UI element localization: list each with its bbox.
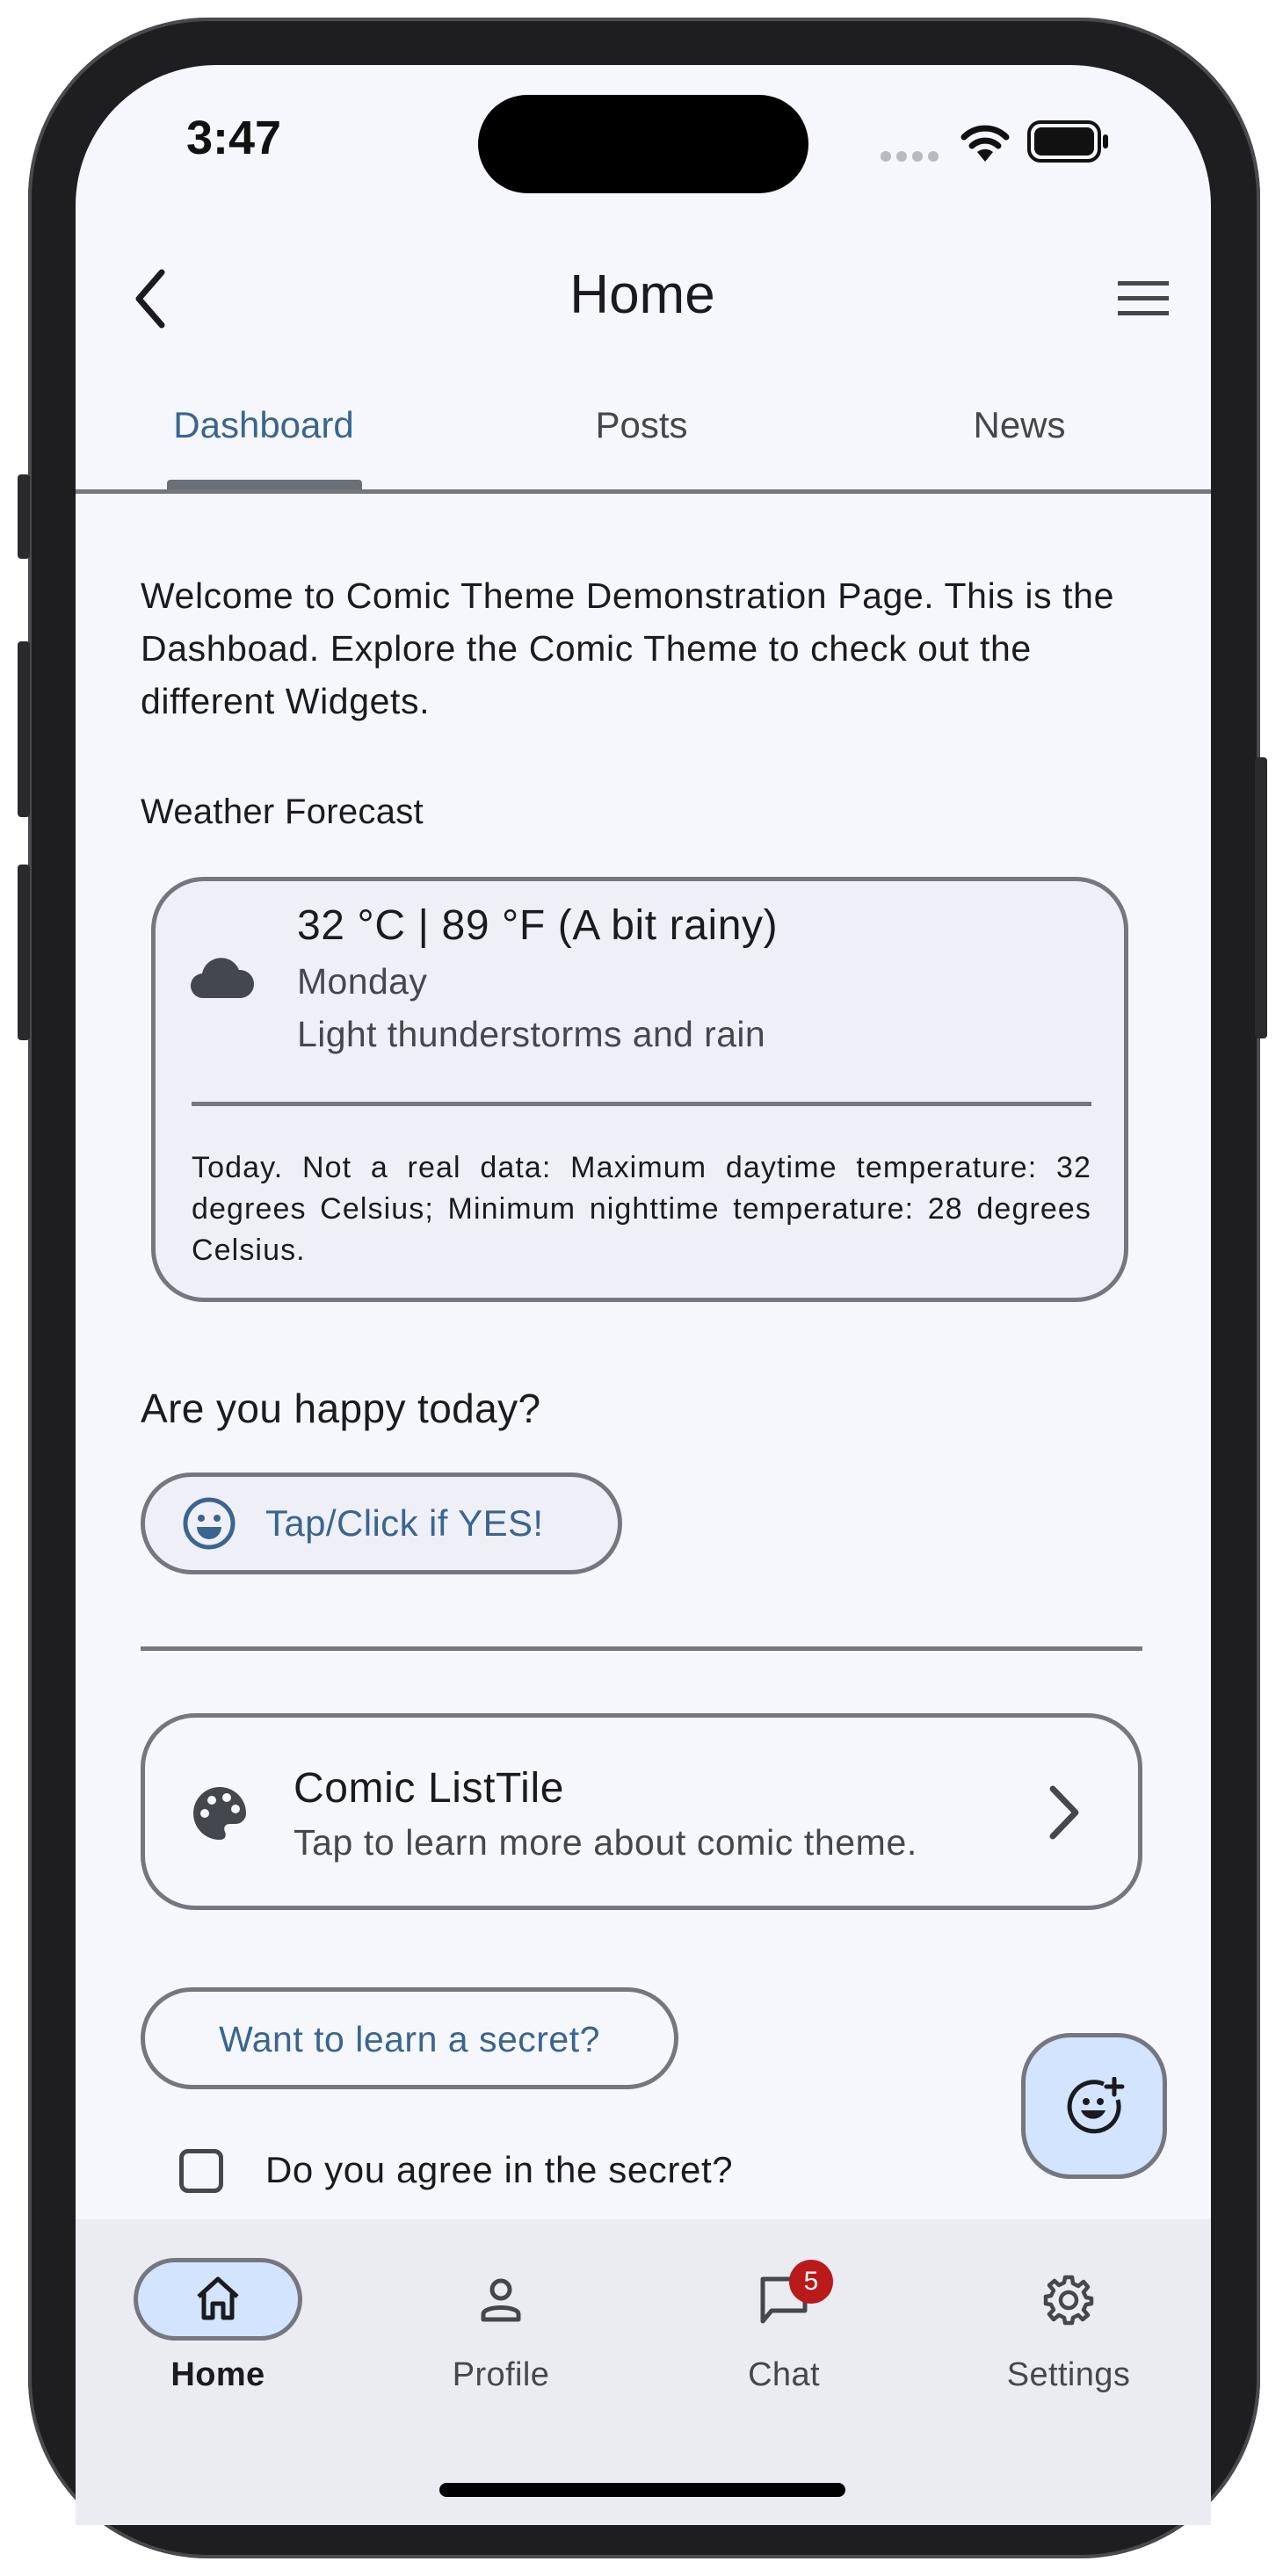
power-button <box>1255 757 1267 1038</box>
page-title: Home <box>569 264 715 325</box>
chat-badge: 5 <box>789 2260 833 2304</box>
volume-down-button <box>18 865 30 1040</box>
happy-question: Are you happy today? <box>141 1386 541 1431</box>
comic-list-tile[interactable] <box>141 1713 1142 1910</box>
volume-up-button <box>18 641 30 817</box>
nav-chat-label[interactable]: Chat <box>678 2356 889 2394</box>
happy-button-label[interactable]: Tap/Click if YES! <box>265 1502 543 1545</box>
battery-icon <box>1027 120 1108 163</box>
gear-icon[interactable] <box>1042 2274 1095 2326</box>
dynamic-island <box>478 95 808 193</box>
list-tile-subtitle: Tap to learn more about comic theme. <box>294 1822 917 1863</box>
agree-checkbox[interactable] <box>179 2149 223 2193</box>
chevron-right-icon <box>1049 1785 1079 1840</box>
weather-detail: Today. Not a real data: Maximum daytime … <box>192 1151 1091 1267</box>
wifi-icon <box>960 125 1010 162</box>
home-indicator[interactable] <box>439 2483 845 2497</box>
silent-switch <box>18 474 30 559</box>
menu-icon[interactable] <box>1113 272 1174 325</box>
nav-profile-label[interactable]: Profile <box>395 2356 606 2394</box>
secret-button-label[interactable]: Want to learn a secret? <box>141 2019 678 2060</box>
person-icon[interactable] <box>475 2274 527 2326</box>
nav-home-label[interactable]: Home <box>112 2356 323 2394</box>
weather-day: Monday <box>297 961 428 1002</box>
tab-news[interactable]: News <box>931 404 1107 457</box>
back-arrow-icon[interactable] <box>123 264 176 334</box>
cellular-signal-icon <box>881 151 939 162</box>
weather-card-divider <box>192 1102 1091 1106</box>
nav-settings-label[interactable]: Settings <box>963 2356 1174 2394</box>
smile-icon <box>183 1497 236 1550</box>
status-time: 3:47 <box>185 112 282 164</box>
agree-label[interactable]: Do you agree in the secret? <box>265 2149 733 2191</box>
section-divider <box>141 1646 1142 1651</box>
tab-divider <box>76 489 1211 494</box>
weather-temperature: 32 °C | 89 °F (A bit rainy) <box>297 902 779 949</box>
list-tile-title: Comic ListTile <box>294 1765 565 1812</box>
weather-condition: Light thunderstorms and rain <box>297 1014 766 1054</box>
tab-dashboard[interactable]: Dashboard <box>158 404 369 457</box>
add-reaction-icon <box>1067 2077 1125 2134</box>
palette-icon <box>193 1787 246 1840</box>
cloud-icon <box>190 958 255 999</box>
welcome-text: Welcome to Comic Theme Demonstration Pag… <box>141 575 1114 721</box>
home-icon[interactable] <box>192 2272 244 2325</box>
tab-posts[interactable]: Posts <box>554 404 729 457</box>
weather-heading: Weather Forecast <box>141 792 424 831</box>
